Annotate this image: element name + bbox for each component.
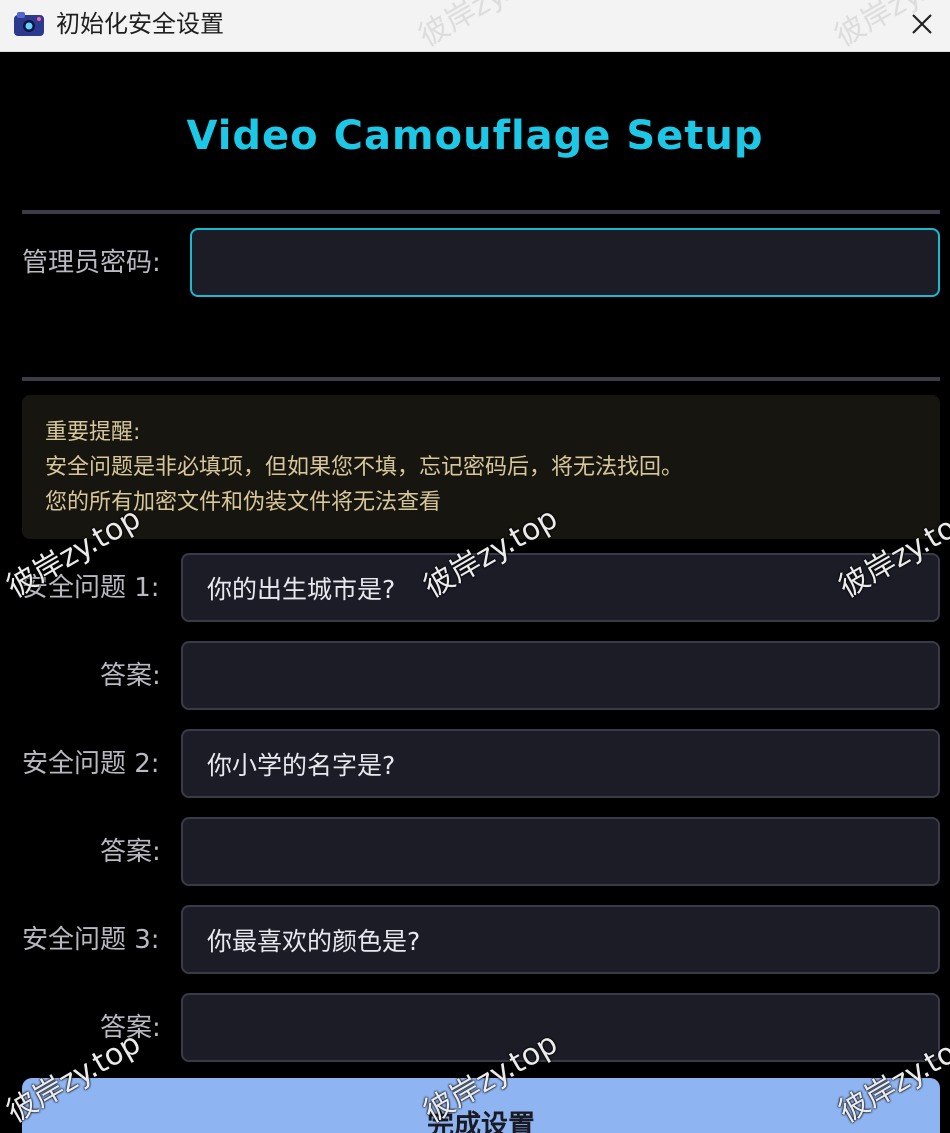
security-question-3-label: 安全问题 3: [22,925,160,955]
answer-3-input[interactable] [181,993,940,1062]
answer-3-label: 答案: [100,1013,161,1043]
close-button[interactable] [894,0,950,51]
window-title: 初始化安全设置 [56,10,224,38]
setup-window: 初始化安全设置 Video Camouflage Setup 管理员密码: 重要… [0,0,950,1133]
security-question-2-label: 安全问题 2: [22,749,160,779]
admin-password-label: 管理员密码: [22,248,161,278]
answer-2-label: 答案: [100,837,161,867]
notice-line-2: 您的所有加密文件和伪装文件将无法查看 [45,490,442,515]
divider-middle [22,377,940,381]
answer-2-input[interactable] [181,817,940,886]
title-bar: 初始化安全设置 [0,0,950,52]
security-question-1-label: 安全问题 1: [22,573,160,603]
security-question-2-input[interactable] [181,729,940,798]
security-question-1-input[interactable] [181,553,940,622]
security-question-3-input[interactable] [181,905,940,974]
admin-password-input[interactable] [190,228,940,297]
important-notice: 重要提醒: 安全问题是非必填项，但如果您不填，忘记密码后，将无法找回。 您的所有… [22,395,940,539]
close-icon [910,12,934,40]
page-heading: Video Camouflage Setup [186,113,764,159]
divider-top [22,210,940,214]
notice-title: 重要提醒: [45,420,141,445]
app-icon [12,9,46,39]
answer-1-input[interactable] [181,641,940,710]
answer-1-label: 答案: [100,661,161,691]
finish-setup-button[interactable]: 完成设置 [22,1078,940,1133]
notice-line-1: 安全问题是非必填项，但如果您不填，忘记密码后，将无法找回。 [45,455,684,480]
